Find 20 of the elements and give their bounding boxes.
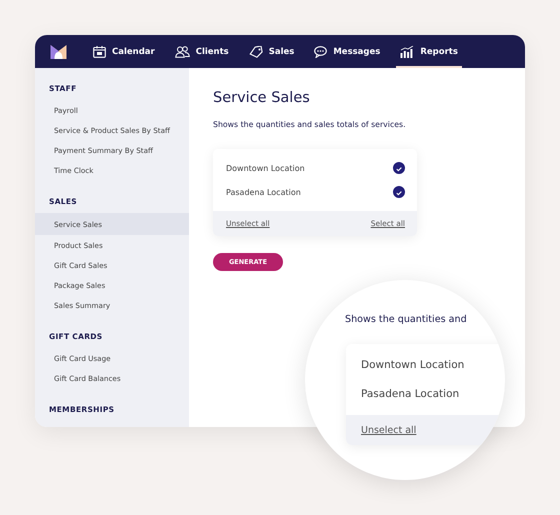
nav-tab[interactable]: Reports — [396, 35, 462, 68]
location-label: Pasadena Location — [360, 387, 460, 402]
calendar-icon — [93, 46, 106, 58]
tag-icon — [248, 46, 263, 58]
checkbox[interactable] — [393, 162, 405, 174]
nav-tab[interactable]: Clients — [170, 35, 233, 68]
bar-chart-icon — [400, 46, 414, 58]
page-title: Service Sales — [213, 90, 311, 106]
location-label: Pasadena Location — [226, 188, 301, 196]
location-label: Downtown Location — [226, 164, 305, 172]
logo-icon — [50, 44, 67, 58]
checkbox[interactable] — [393, 186, 405, 198]
unselect-all-link[interactable]: Unselect all — [361, 424, 416, 436]
nav-tab[interactable]: Messages — [310, 35, 384, 68]
nav-tab[interactable]: Sales — [244, 35, 298, 68]
nav-tab[interactable]: Calendar — [89, 35, 159, 68]
description: Shows the quantities and — [345, 314, 467, 325]
location-label: Downtown Location — [360, 358, 466, 373]
chat-icon — [314, 46, 328, 58]
people-icon — [174, 46, 190, 58]
